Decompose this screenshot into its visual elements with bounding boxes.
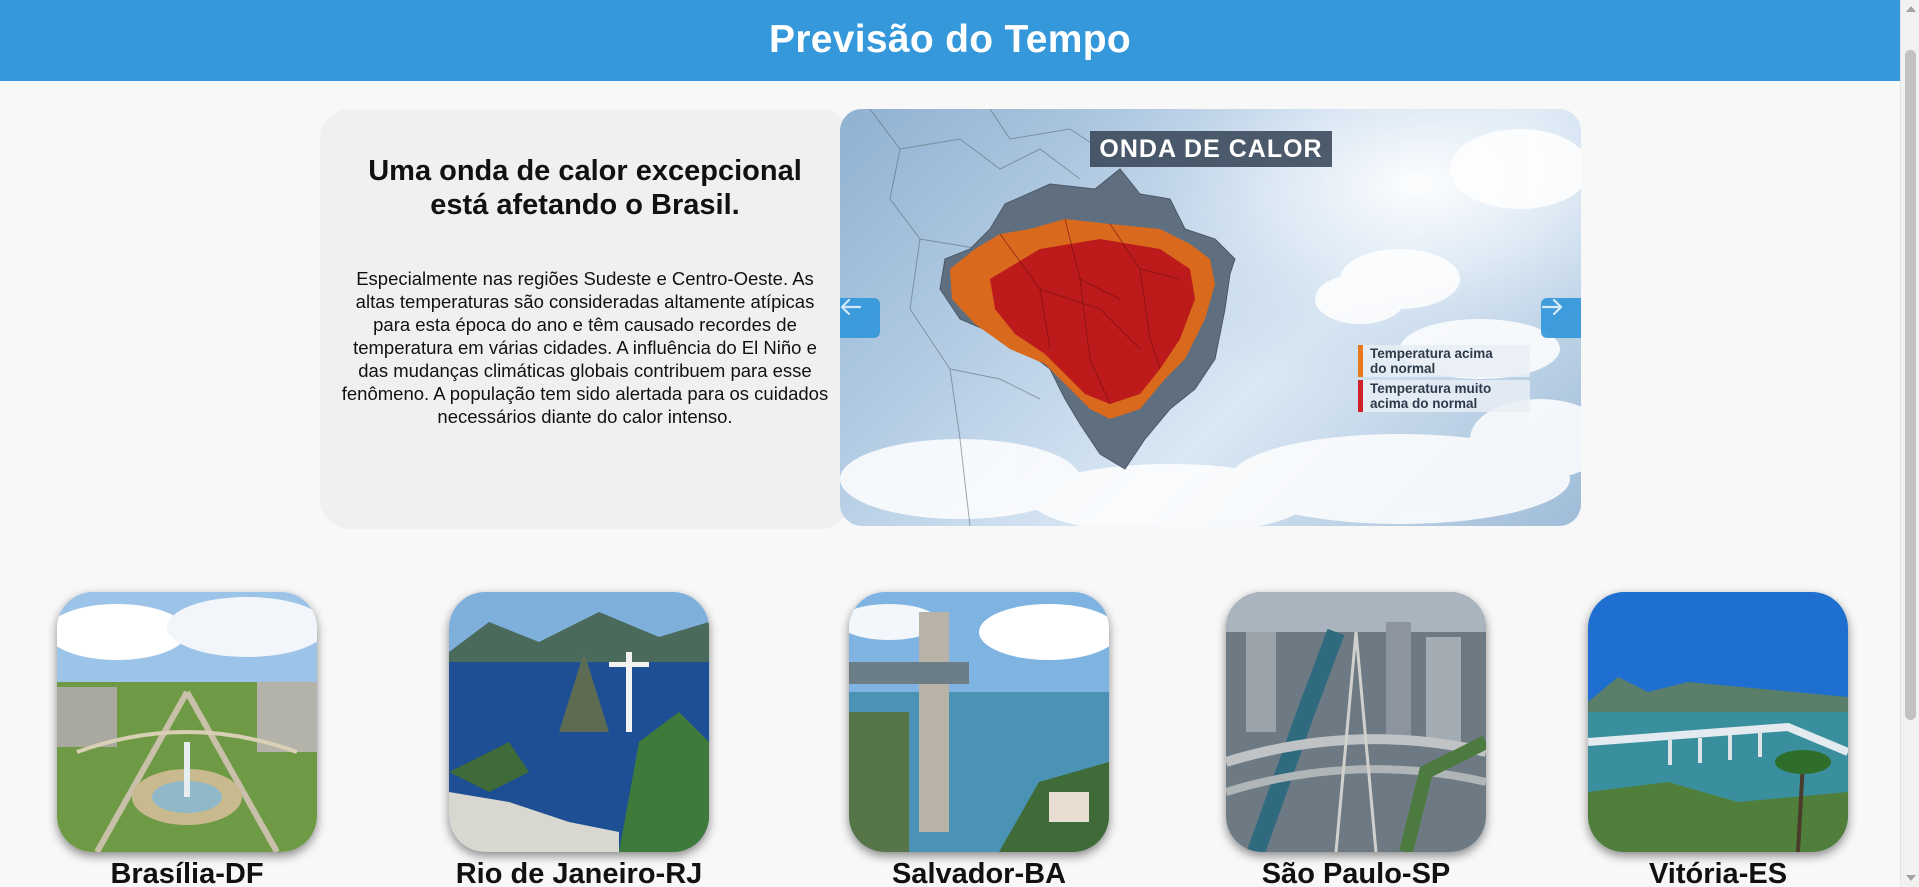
legend-swatch-orange [1358,345,1363,377]
city-photo-rio[interactable] [449,592,709,852]
svg-text:do normal: do normal [1370,361,1435,376]
arrow-right-icon [1541,298,1563,316]
page-scrollbar[interactable] [1900,0,1919,887]
arrow-left-icon [840,298,862,316]
city-card-rio[interactable]: Rio de Janeiro-RJ [449,592,709,887]
city-name: Rio de Janeiro-RJ [455,858,703,887]
city-name: Salvador-BA [891,858,1067,887]
city-name: São Paulo-SP [1261,858,1451,887]
svg-text:Temperatura acima: Temperatura acima [1370,346,1493,361]
city-card-sao-paulo[interactable]: São Paulo-SP [1226,592,1486,887]
map-title-text: ONDA DE CALOR [1099,135,1322,163]
page-header: Previsão do Tempo [0,0,1900,81]
city-name: Vitória-ES [1648,858,1788,887]
scroll-down-arrow-icon[interactable] [1906,875,1916,881]
heat-wave-map-image: ONDA DE CALOR Temperatura acima do norma… [840,109,1581,526]
svg-text:acima do normal: acima do normal [1370,396,1477,411]
page-title: Previsão do Tempo [769,17,1131,61]
city-card-salvador[interactable]: Salvador-BA [849,592,1109,887]
city-photo-sao-paulo[interactable] [1226,592,1486,852]
city-photo-salvador[interactable] [849,592,1109,852]
city-photo-brasilia[interactable] [57,592,317,852]
city-photo-vitoria[interactable] [1588,592,1848,852]
legend-swatch-red [1358,380,1363,412]
hero-text-card: Uma onda de calor excepcional está afeta… [320,109,850,529]
scrollbar-thumb[interactable] [1905,50,1916,720]
city-name: Brasília-DF [110,858,264,887]
city-card-brasilia[interactable]: Brasília-DF [57,592,317,887]
scroll-up-arrow-icon[interactable] [1906,6,1916,12]
image-slider: ONDA DE CALOR Temperatura acima do norma… [840,109,1581,526]
hero-body: Especialmente nas regiões Sudeste e Cent… [341,268,829,427]
svg-text:Temperatura muito: Temperatura muito [1370,381,1491,396]
hero-heading: Uma onda de calor excepcional está afeta… [368,155,802,221]
city-card-vitoria[interactable]: Vitória-ES [1588,592,1848,887]
slider-next-button[interactable] [1541,298,1581,338]
slider-prev-button[interactable] [840,298,880,338]
